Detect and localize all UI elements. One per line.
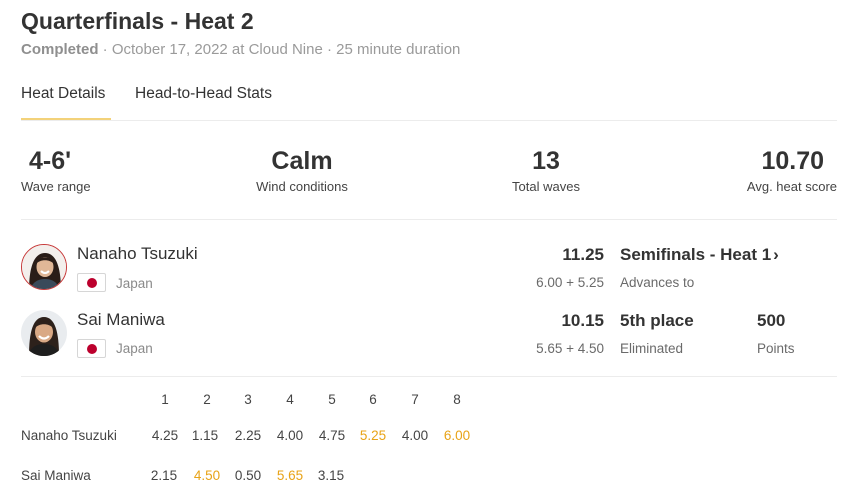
wave-score: 1.15: [191, 428, 219, 443]
athlete-name[interactable]: Nanaho Tsuzuki: [77, 244, 198, 264]
stat-wave-range: 4-6' Wave range: [21, 146, 91, 194]
result-label: Advances to: [620, 275, 695, 290]
stat-wind: Calm Wind conditions: [242, 146, 362, 194]
stat-value: 4-6': [29, 147, 72, 175]
chevron-right-icon: ›: [773, 245, 779, 264]
wave-number-header: 7: [411, 392, 419, 407]
heat-subtitle: Completed · October 17, 2022 at Cloud Ni…: [21, 41, 460, 58]
stat-label: Wind conditions: [256, 179, 348, 194]
athlete-country: Japan: [116, 276, 153, 291]
stat-label: Avg. heat score: [746, 179, 837, 194]
wave-number-header: 3: [244, 392, 252, 407]
heat-total-score: 11.25: [562, 245, 604, 264]
wave-score: 4.75: [318, 428, 346, 443]
athlete-country: Japan: [116, 341, 153, 356]
wave-score: 2.25: [234, 428, 262, 443]
athletes-divider: [21, 376, 837, 377]
counted-wave-score: 4.50: [193, 468, 221, 483]
wave-number-header: 4: [286, 392, 294, 407]
score-breakdown: 5.65 + 4.50: [536, 341, 604, 356]
row-athlete-name: Nanaho Tsuzuki: [21, 428, 117, 443]
stat-value: 10.70: [761, 147, 824, 175]
heat-status: Completed: [21, 41, 99, 58]
points-value: 500: [757, 311, 786, 330]
counted-wave-score: 5.25: [359, 428, 387, 443]
stats-divider: [21, 219, 837, 220]
wave-number-header: 8: [453, 392, 461, 407]
wave-number-header: 2: [203, 392, 211, 407]
wave-score: 4.00: [276, 428, 304, 443]
row-athlete-name: Sai Maniwa: [21, 468, 91, 483]
wave-score: 4.00: [401, 428, 429, 443]
counted-wave-score: 6.00: [443, 428, 471, 443]
points-label: Points: [757, 341, 795, 356]
wave-number-header: 1: [161, 392, 169, 407]
stat-total-waves: 13 Total waves: [496, 146, 596, 194]
stat-label: Wave range: [21, 179, 91, 194]
athlete-photo-icon: [21, 310, 67, 356]
athlete-photo-icon: [22, 245, 66, 289]
wave-number-header: 6: [369, 392, 377, 407]
score-breakdown: 6.00 + 5.25: [536, 275, 604, 290]
wave-score: 4.25: [151, 428, 179, 443]
stat-avg-heat-score: 10.70 Avg. heat score: [717, 146, 837, 194]
counted-wave-score: 5.65: [276, 468, 304, 483]
athlete-name[interactable]: Sai Maniwa: [77, 310, 165, 330]
japan-flag-icon: [77, 273, 106, 292]
tab-heat-details[interactable]: Heat Details: [21, 85, 111, 120]
japan-flag-icon: [77, 339, 106, 358]
avatar[interactable]: [21, 310, 67, 356]
stat-label: Total waves: [512, 179, 580, 194]
wave-score: 0.50: [234, 468, 262, 483]
next-heat-label: Semifinals - Heat 1: [620, 245, 772, 264]
next-heat-link[interactable]: Semifinals - Heat 1 ›: [620, 245, 779, 265]
stat-value: Calm: [271, 147, 333, 175]
heat-total-score: 10.15: [561, 311, 604, 330]
final-placement: 5th place: [620, 311, 694, 330]
wave-score: 3.15: [317, 468, 345, 483]
avatar[interactable]: [21, 244, 67, 290]
page-title: Quarterfinals - Heat 2: [21, 8, 254, 34]
tab-head-to-head-stats[interactable]: Head-to-Head Stats: [135, 85, 272, 120]
result-label: Eliminated: [620, 341, 684, 356]
heat-details: · October 17, 2022 at Cloud Nine · 25 mi…: [98, 41, 461, 58]
wave-number-header: 5: [328, 392, 336, 407]
wave-score: 2.15: [150, 468, 178, 483]
tabs-divider: [21, 120, 837, 121]
stat-value: 13: [532, 147, 560, 175]
